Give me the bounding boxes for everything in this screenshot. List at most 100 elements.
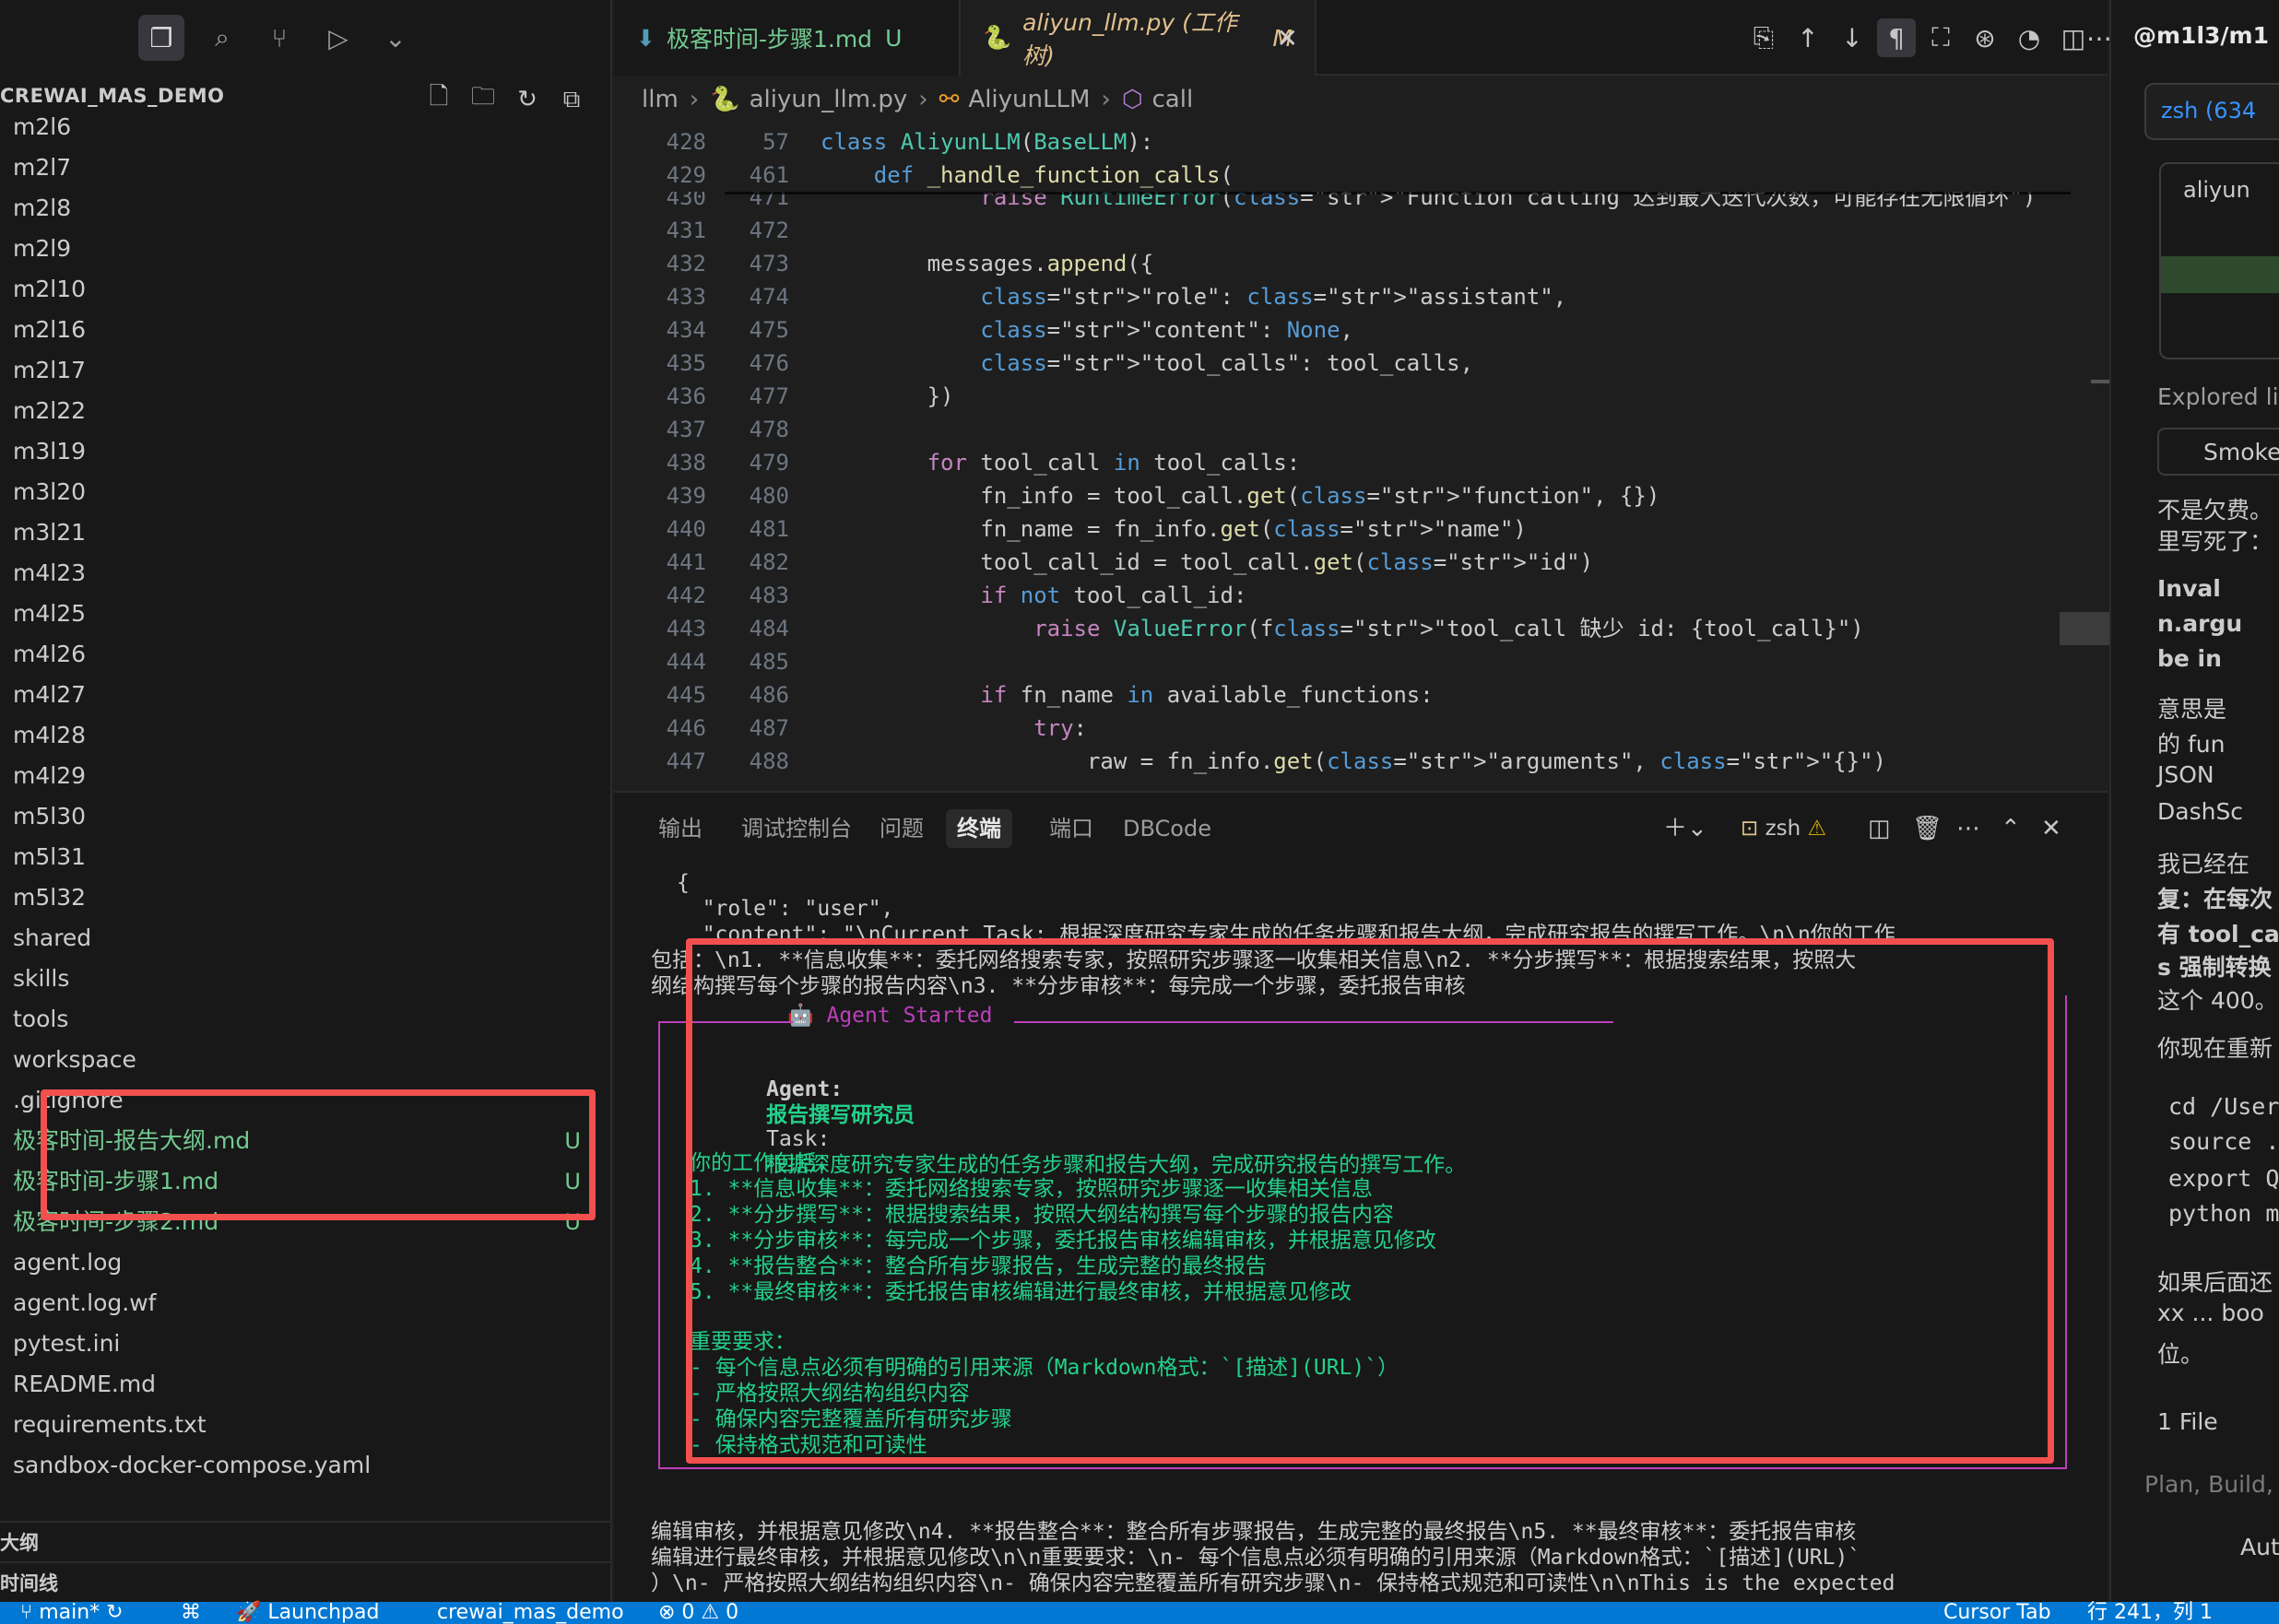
file-chip[interactable]: aliyun	[2159, 162, 2279, 359]
cursor-tab-status[interactable]: Cursor Tab	[1943, 1600, 2051, 1624]
arrow-down-icon[interactable]: ↓	[1833, 18, 1872, 57]
sticky-scroll-line[interactable]: 428 57 class AliyunLLM(BaseLLM):	[614, 125, 2071, 159]
explorer-icon[interactable]: ❐	[138, 15, 184, 61]
chevron-down-icon[interactable]: ⌄	[372, 15, 419, 61]
tab-terminal[interactable]: 终端	[946, 809, 1012, 848]
run-debug-icon[interactable]: ▷	[315, 15, 361, 61]
tab-output[interactable]: 输出	[647, 809, 714, 848]
tab-ports[interactable]: 端口	[1038, 809, 1104, 848]
tree-item[interactable]: m4l29	[0, 756, 612, 796]
tree-item[interactable]: tools	[0, 999, 612, 1040]
tab-aliyun-llm[interactable]: 🐍 aliyun_llm.py (工作树) M ✕	[961, 0, 1317, 76]
smoke-chip[interactable]: Smoke	[2157, 428, 2279, 476]
tree-item[interactable]: m3l19	[0, 431, 612, 472]
code-line[interactable]: 437 478	[614, 413, 2071, 446]
breadcrumb-item[interactable]: AliyunLLM	[968, 86, 1090, 113]
split-terminal-icon[interactable]: ◫	[1868, 809, 1891, 848]
code-line[interactable]: 434 475 class="str">"content": None,	[614, 313, 2071, 347]
code-line[interactable]: 436 477 })	[614, 380, 2071, 413]
tree-item[interactable]: requirements.txt	[0, 1405, 612, 1445]
breadcrumb-item[interactable]: call	[1152, 86, 1194, 113]
code-line[interactable]: 433 474 class="str">"role": class="str">"…	[614, 280, 2071, 313]
problems-count[interactable]: ⊗ 0 ⚠ 0	[658, 1600, 738, 1624]
breadcrumb-item[interactable]: llm	[642, 86, 679, 113]
tree-item[interactable]: agent.log.wf	[0, 1283, 612, 1324]
terminal-selector[interactable]: ⊡ zsh ⚠	[1741, 809, 1826, 848]
tree-item[interactable]: m2l17	[0, 350, 612, 391]
launchpad-item[interactable]: 🚀 Launchpad	[236, 1600, 379, 1624]
branch-indicator[interactable]: ⑂ main* ↻	[20, 1600, 124, 1624]
code-line[interactable]: 432 473 messages.append({	[614, 247, 2071, 280]
minimap-slider[interactable]	[2060, 612, 2115, 645]
arrow-up-icon[interactable]: ↑	[1789, 18, 1827, 57]
outline-section-header[interactable]: 大纲	[0, 1521, 612, 1561]
code-line[interactable]: 445 486 if fn_name in available_functions…	[614, 678, 2071, 712]
close-icon[interactable]: ✕	[1277, 23, 1298, 53]
code-line[interactable]: 431 472	[614, 214, 2071, 247]
code-line[interactable]: 446 487 try:	[614, 712, 2071, 745]
tree-item[interactable]: shared	[0, 918, 612, 959]
whitespace-toggle-icon[interactable]: ¶	[1877, 18, 1916, 57]
chat-header: @m1l3/m1	[2133, 22, 2269, 49]
code-area[interactable]: 430 471 raise RuntimeError(class="str">"F…	[614, 125, 2089, 791]
tree-item[interactable]: m5l32	[0, 877, 612, 918]
tree-item[interactable]: m3l20	[0, 472, 612, 512]
tree-item[interactable]: m2l7	[0, 147, 612, 188]
tree-item[interactable]: sandbox-docker-compose.yaml	[0, 1445, 612, 1486]
open-changes-icon[interactable]: ⎘	[1744, 18, 1783, 57]
more-actions-icon[interactable]: ⋯	[2086, 18, 2112, 57]
tab-dbcode[interactable]: DBCode	[1112, 809, 1222, 848]
code-line[interactable]: 442 483 if not tool_call_id:	[614, 579, 2071, 612]
tree-item[interactable]: agent.log	[0, 1242, 612, 1283]
tab-geektime-step1[interactable]: ⬇ 极客时间-步骤1.md U	[614, 0, 961, 76]
chat-text-line[interactable]: Plan, Build, /	[2144, 1471, 2279, 1498]
tree-item[interactable]: m2l9	[0, 229, 612, 269]
chat-text-line[interactable]: Auto	[2240, 1534, 2279, 1560]
workspace-name[interactable]: crewai_mas_demo	[437, 1600, 624, 1624]
code-line[interactable]: 443 484 raise ValueError(fclass="str">"to…	[614, 612, 2071, 645]
tree-item[interactable]: m5l30	[0, 796, 612, 837]
more-actions-icon[interactable]: ⋯	[1956, 809, 1980, 848]
code-line[interactable]: 447 488 raw = fn_info.get(class="str">"ar…	[614, 745, 2071, 778]
timeline-section-header[interactable]: 时间线	[0, 1561, 612, 1602]
breadcrumb-item[interactable]: aliyun_llm.py	[750, 86, 908, 113]
tree-item[interactable]: m2l10	[0, 269, 612, 310]
tree-item[interactable]: m4l27	[0, 675, 612, 715]
tree-item[interactable]: README.md	[0, 1364, 612, 1405]
tree-item[interactable]: m2l6	[0, 107, 612, 147]
source-control-icon[interactable]: ⑂	[256, 15, 302, 61]
search-icon[interactable]: ⌕	[199, 15, 245, 61]
tree-item[interactable]: m3l21	[0, 512, 612, 553]
maximize-panel-icon[interactable]: ⌃	[2001, 809, 2021, 848]
tree-item[interactable]: m2l8	[0, 188, 612, 229]
code-line[interactable]: 438 479 for tool_call in tool_calls:	[614, 446, 2071, 479]
timeline-icon[interactable]: ◔	[2010, 18, 2049, 57]
code-line[interactable]: 441 482 tool_call_id = tool_call.get(clas…	[614, 546, 2071, 579]
tree-item[interactable]: m5l31	[0, 837, 612, 877]
tree-item[interactable]: m4l23	[0, 553, 612, 594]
tree-item[interactable]: m4l26	[0, 634, 612, 675]
tree-item[interactable]: m2l22	[0, 391, 612, 431]
code-line[interactable]: 435 476 class="str">"tool_calls": tool_ca…	[614, 347, 2071, 380]
tree-item[interactable]: pytest.ini	[0, 1324, 612, 1364]
tree-item[interactable]: m4l28	[0, 715, 612, 756]
tree-item[interactable]: m4l25	[0, 594, 612, 634]
git-compare-icon[interactable]: ⊛	[1966, 18, 2004, 57]
code-line[interactable]: 439 480 fn_info = tool_call.get(class="st…	[614, 479, 2071, 512]
terminal-chip[interactable]: zsh (634	[2144, 83, 2279, 140]
ports-icon[interactable]: ⌘	[181, 1600, 201, 1624]
tree-item[interactable]: skills	[0, 959, 612, 999]
tab-problems[interactable]: 问题	[868, 809, 935, 848]
close-panel-icon[interactable]: ✕	[2041, 809, 2061, 848]
sticky-scroll-line[interactable]: 429 461 def _handle_function_calls(	[614, 159, 2071, 192]
tree-item[interactable]: m2l16	[0, 310, 612, 350]
map-icon[interactable]: ⛶	[1921, 18, 1960, 57]
trash-icon[interactable]: 🗑	[1912, 809, 1942, 848]
new-terminal-icon[interactable]: ＋⌄	[1663, 809, 1707, 848]
code-line[interactable]: 440 481 fn_name = fn_info.get(class="str"…	[614, 512, 2071, 546]
code-line[interactable]: 444 485	[614, 645, 2071, 678]
chat-text-line[interactable]: 1 File	[2157, 1408, 2218, 1435]
tab-debug-console[interactable]: 调试控制台	[730, 809, 863, 848]
tree-item[interactable]: workspace	[0, 1040, 612, 1080]
cursor-position[interactable]: 行 241，列 1	[2087, 1600, 2213, 1624]
